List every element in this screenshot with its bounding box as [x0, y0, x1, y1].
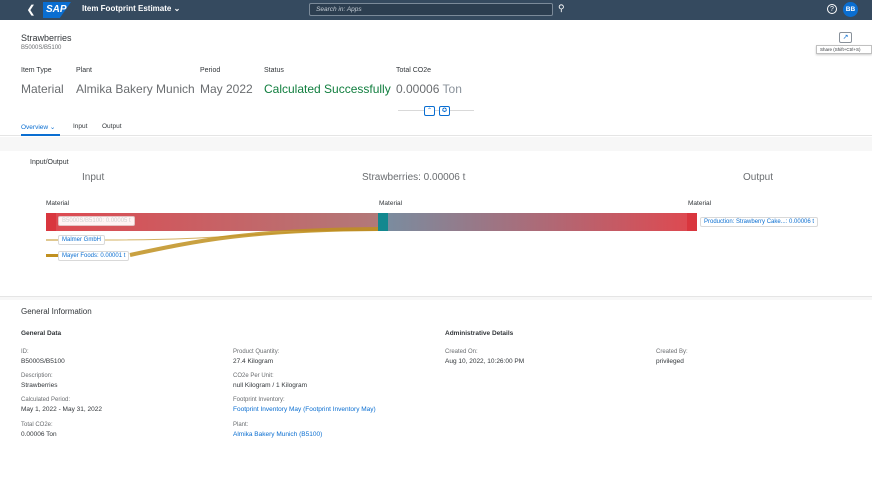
field-value: null Kilogram / 1 Kilogram [233, 382, 308, 389]
field-label: Description: [21, 373, 53, 379]
input-material-chip[interactable]: B5000S/B5100: 0.00005 t [58, 216, 135, 226]
field-value: privileged [656, 358, 684, 365]
general-info-title: General Information [21, 307, 92, 316]
page-title: Strawberries [21, 33, 72, 43]
kpi-value: Almika Bakery Munich [76, 82, 195, 96]
tab-bar: Overview ⌄ Input Output [0, 120, 872, 136]
input-node-bar[interactable] [46, 213, 56, 231]
field-value: May 1, 2022 - May 31, 2022 [21, 406, 102, 413]
kpi-label: Period [200, 67, 221, 74]
shell-bar: ❮ SAP Item Footprint Estimate ⌄ Search i… [0, 0, 872, 20]
field-value: 0.00006 Ton [21, 431, 57, 438]
share-icon: ↗ [842, 34, 849, 41]
share-button[interactable]: ↗ [839, 32, 852, 43]
search-input[interactable]: Search in: Apps [309, 3, 553, 16]
chevron-up-icon: ⌃ [426, 108, 433, 114]
field-label: Created By: [656, 349, 688, 355]
pin-header-button[interactable]: ✪ [439, 106, 450, 116]
field-description: Description: Strawberries [21, 373, 57, 389]
field-value: 27.4 Kilogram [233, 358, 274, 365]
center-heading: Strawberries: 0.00006 t [362, 172, 466, 183]
field-label: Product Quantity: [233, 349, 280, 355]
supplier-flow-mayer[interactable] [129, 227, 379, 257]
back-icon[interactable]: ❮ [24, 3, 38, 16]
kpi-item-type: Item Type Material [21, 67, 64, 96]
tab-input[interactable]: Input [73, 123, 87, 130]
help-icon[interactable]: ? [827, 4, 837, 14]
field-created-by: Created By: privileged [656, 349, 688, 365]
output-chip[interactable]: Production: Strawberry Cake...: 0.00006 … [700, 217, 819, 227]
footprint-inventory-link[interactable]: Footprint Inventory May (Footprint Inven… [233, 406, 376, 413]
field-footprint-inventory: Footprint Inventory: Footprint Inventory… [233, 397, 376, 413]
page-subtitle: B5000S/B5100 [21, 45, 62, 51]
supplier-chip-malmer[interactable]: Malmer GmbH [58, 235, 106, 245]
section-separator [0, 296, 872, 300]
field-label: Calculated Period: [21, 397, 71, 403]
input-heading: Input [82, 172, 105, 183]
kpi-label: Item Type [21, 67, 52, 74]
field-label: CO2e Per Unit: [233, 373, 274, 379]
avatar[interactable]: BB [843, 2, 858, 17]
field-value: Strawberries [21, 382, 58, 389]
kpi-status: Status Calculated Successfully [264, 67, 391, 96]
supplier-node-mayer[interactable] [46, 254, 58, 257]
field-label: Footprint Inventory: [233, 397, 285, 403]
collapse-header-button[interactable]: ⌃ [424, 106, 435, 116]
tab-output[interactable]: Output [102, 123, 122, 130]
tab-label: Overview [21, 124, 49, 131]
field-label: Plant: [233, 422, 249, 428]
sap-logo[interactable]: SAP [43, 2, 71, 18]
kpi-value: 0.00006 Ton [396, 82, 462, 96]
plant-link[interactable]: Almika Bakery Munich (B5100) [233, 431, 322, 438]
kpi-plant: Plant Almika Bakery Munich [76, 67, 195, 96]
center-node-bar[interactable] [378, 213, 388, 231]
field-co2e-per-unit: CO2e Per Unit: null Kilogram / 1 Kilogra… [233, 373, 307, 389]
kpi-value: Material [21, 82, 64, 96]
field-value: Aug 10, 2022, 10:26:00 PM [445, 358, 525, 365]
admin-details-title: Administrative Details [445, 330, 514, 337]
output-flow-band[interactable] [388, 213, 687, 231]
output-heading: Output [743, 172, 774, 183]
field-created-on: Created On: Aug 10, 2022, 10:26:00 PM [445, 349, 524, 365]
kpi-label: Total CO2e [396, 67, 432, 74]
io-section-title: Input/Output [30, 159, 69, 166]
search-icon[interactable]: ⚲ [558, 3, 565, 14]
supplier-chip-mayer[interactable]: Mayer Foods: 0.00001 t [58, 251, 130, 261]
share-tooltip: Share (Shift+Ctrl+S) [816, 45, 872, 54]
field-plant: Plant: Almika Bakery Munich (B5100) [233, 422, 322, 438]
co2e-number: 0.00006 [396, 82, 440, 96]
field-total-co2e: Total CO2e: 0.00006 Ton [21, 422, 57, 438]
chevron-down-icon: ⌄ [173, 4, 181, 13]
pin-icon: ✪ [441, 108, 448, 114]
field-label: ID: [21, 349, 29, 355]
active-tab-indicator [21, 134, 60, 136]
kpi-label: Plant [76, 67, 92, 74]
field-label: Created On: [445, 349, 478, 355]
sankey-diagram [46, 213, 697, 257]
section-separator [0, 137, 872, 151]
chevron-down-icon: ⌄ [49, 124, 56, 131]
app-title-menu[interactable]: Item Footprint Estimate ⌄ [82, 4, 180, 13]
field-product-quantity: Product Quantity: 27.4 Kilogram [233, 349, 279, 365]
kpi-label: Status [264, 67, 284, 74]
kpi-total-co2e: Total CO2e 0.00006 Ton [396, 67, 462, 96]
kpi-value: May 2022 [200, 82, 253, 96]
output-node-bar[interactable] [687, 213, 697, 231]
tab-overview[interactable]: Overview ⌄ [21, 123, 55, 131]
status-value: Calculated Successfully [264, 82, 391, 96]
header-divider [398, 110, 474, 111]
app-title: Item Footprint Estimate [82, 4, 172, 13]
field-calculated-period: Calculated Period: May 1, 2022 - May 31,… [21, 397, 102, 413]
field-value: B5000S/B5100 [21, 358, 65, 365]
kpi-period: Period May 2022 [200, 67, 253, 96]
field-label: Total CO2e: [21, 422, 53, 428]
co2e-unit: Ton [442, 82, 462, 96]
general-data-title: General Data [21, 330, 62, 337]
field-id: ID: B5000S/B5100 [21, 349, 65, 365]
